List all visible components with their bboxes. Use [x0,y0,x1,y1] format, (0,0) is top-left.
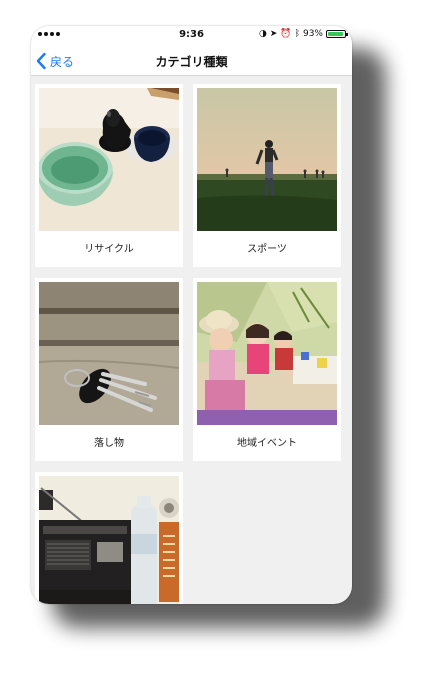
status-right: ◑ ➤ ⏰ ᛒ 93% [258,29,348,39]
battery-icon [326,30,348,38]
lock-rotation-icon: ◑ [258,29,267,39]
radio-bottle-photo [39,476,179,604]
category-card-lost-items[interactable]: 落し物 [35,278,183,461]
alarm-icon: ⏰ [280,29,292,39]
category-label: 地域イベント [237,438,297,449]
category-label: 落し物 [94,438,124,449]
category-grid: リサイクル スポーツ 落し物 地域イベント [31,76,352,604]
category-label: スポーツ [247,244,287,255]
category-label: リサイクル [84,244,134,255]
children-picnic-photo [197,282,337,425]
bluetooth-icon: ᛒ [294,29,300,39]
field-player-photo [197,88,337,231]
battery-nub [346,33,348,36]
category-card-5[interactable] [35,472,183,604]
location-arrow-icon: ➤ [269,29,278,39]
navigation-bar: 戻る カテゴリ種類 [31,46,352,76]
chevron-left-icon [36,52,46,70]
category-card-recycle[interactable]: リサイクル [35,84,183,267]
category-card-sports[interactable]: スポーツ [193,84,341,267]
category-card-local-event[interactable]: 地域イベント [193,278,341,461]
keys-photo [39,282,179,425]
phone-screen: 9:36 ◑ ➤ ⏰ ᛒ 93% 戻る カテゴリ種類 リサイクル スポーツ 落し… [31,26,352,604]
battery-fill [328,32,343,36]
battery-percent: 93% [302,29,323,39]
status-bar: 9:36 ◑ ➤ ⏰ ᛒ 93% [31,26,352,46]
back-button-label: 戻る [50,54,75,69]
back-button[interactable]: 戻る [35,50,74,72]
page-title: カテゴリ種類 [155,55,228,69]
cups-photo [39,88,179,231]
